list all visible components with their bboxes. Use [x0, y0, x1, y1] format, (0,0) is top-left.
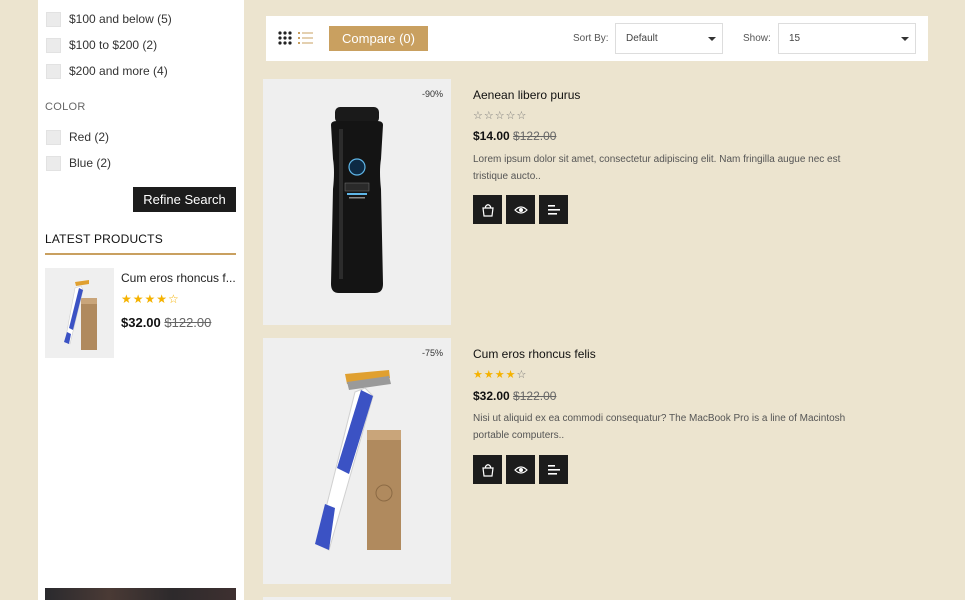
- refine-search-button[interactable]: Refine Search: [133, 187, 236, 212]
- color-filter-label: Blue (2): [69, 156, 112, 170]
- compare-product-button[interactable]: [539, 455, 568, 484]
- grid-view-icon[interactable]: [278, 31, 292, 45]
- add-to-cart-button[interactable]: [473, 195, 502, 224]
- color-filter-red[interactable]: Red (2): [46, 129, 109, 145]
- rating-stars: ☆☆☆☆☆: [473, 110, 528, 122]
- current-price: $14.00: [473, 129, 510, 143]
- shopping-bag-icon: [481, 463, 494, 477]
- show-count-value: 15: [789, 33, 801, 44]
- price-filter-100-to-200[interactable]: $100 to $200 (2): [46, 37, 157, 53]
- checkbox[interactable]: [46, 155, 61, 171]
- old-price: $122.00: [164, 315, 212, 330]
- checkbox[interactable]: [46, 129, 61, 145]
- old-price: $122.00: [513, 129, 557, 143]
- latest-product-thumbnail[interactable]: [45, 268, 114, 358]
- product-toolbar: Compare (0) Sort By: Default Show: 15: [266, 16, 928, 61]
- sidebar-banner-image[interactable]: [45, 588, 236, 600]
- product-image[interactable]: -90%: [263, 79, 451, 325]
- color-filter-blue[interactable]: Blue (2): [46, 155, 111, 171]
- divider: [45, 253, 236, 255]
- product-name[interactable]: Cum eros rhoncus felis: [473, 347, 596, 361]
- price-filter-label: $100 to $200 (2): [69, 38, 158, 52]
- product-name[interactable]: Aenean libero purus: [473, 88, 580, 102]
- list-view-icon[interactable]: [298, 31, 313, 45]
- product-rating: ★★★★☆: [473, 368, 527, 381]
- sort-by-label: Sort By:: [573, 33, 609, 44]
- color-filter-title: COLOR: [45, 101, 86, 113]
- compare-product-button[interactable]: [539, 195, 568, 224]
- product-actions: [473, 195, 572, 224]
- latest-product-rating: ★★★★☆: [121, 292, 180, 306]
- latest-product-price: $32.00 $122.00: [121, 315, 211, 330]
- checkbox[interactable]: [46, 11, 61, 27]
- show-count-select[interactable]: 15: [778, 23, 916, 54]
- latest-products-title: LATEST PRODUCTS: [45, 232, 163, 246]
- price-filter-below-100[interactable]: $100 and below (5): [46, 11, 172, 27]
- price-filter-label: $200 and more (4): [69, 64, 168, 78]
- chevron-down-icon: [708, 37, 716, 41]
- product-price: $32.00 $122.00: [473, 389, 556, 403]
- latest-product-name[interactable]: Cum eros rhoncus f...: [121, 271, 238, 285]
- shopping-bag-icon: [481, 203, 494, 217]
- checkbox[interactable]: [46, 37, 61, 53]
- rating-stars-empty: ☆: [516, 369, 528, 381]
- current-price: $32.00: [473, 389, 510, 403]
- rating-stars-filled: ★★★★: [473, 369, 517, 381]
- product-rating: ☆☆☆☆☆: [473, 109, 527, 122]
- add-to-cart-button[interactable]: [473, 455, 502, 484]
- product-description: Lorem ipsum dolor sit amet, consectetur …: [473, 154, 841, 182]
- eye-icon: [513, 465, 528, 474]
- sort-by-value: Default: [626, 33, 658, 44]
- sort-by-select[interactable]: Default: [615, 23, 723, 54]
- quick-view-button[interactable]: [506, 195, 535, 224]
- sidebar: $100 and below (5) $100 to $200 (2) $200…: [38, 0, 244, 600]
- price-filter-label: $100 and below (5): [69, 12, 172, 26]
- razor-product-image: [315, 370, 401, 551]
- compare-list-icon: [547, 204, 560, 215]
- product-image[interactable]: -75%: [263, 338, 451, 584]
- eye-icon: [513, 205, 528, 214]
- chevron-down-icon: [901, 37, 909, 41]
- discount-badge: -90%: [421, 89, 443, 99]
- checkbox[interactable]: [46, 63, 61, 79]
- color-filter-label: Red (2): [69, 130, 110, 144]
- shampoo-bottle-image: [331, 107, 383, 293]
- price-filter-200-and-more[interactable]: $200 and more (4): [46, 63, 168, 79]
- product-actions: [473, 455, 572, 484]
- quick-view-button[interactable]: [506, 455, 535, 484]
- current-price: $32.00: [121, 315, 161, 330]
- compare-list-icon: [547, 464, 560, 475]
- discount-badge: -75%: [421, 348, 443, 358]
- product-description: Nisi ut aliquid ex ea commodi consequatu…: [473, 413, 846, 441]
- show-label: Show:: [743, 33, 771, 44]
- product-price: $14.00 $122.00: [473, 129, 556, 143]
- razor-product-image: [64, 280, 97, 350]
- compare-button[interactable]: Compare (0): [329, 26, 428, 51]
- old-price: $122.00: [513, 389, 557, 403]
- rating-stars: ★★★★☆: [121, 292, 180, 306]
